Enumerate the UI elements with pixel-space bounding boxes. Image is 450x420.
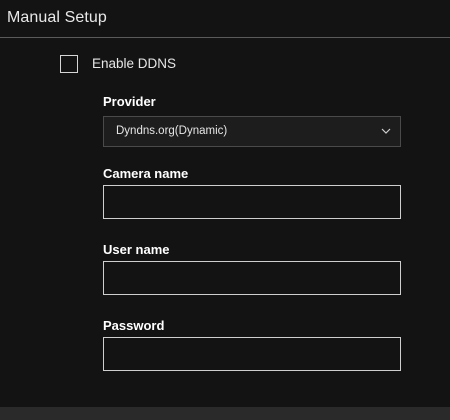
camera-name-input[interactable] — [103, 185, 401, 219]
camera-name-label: Camera name — [103, 166, 189, 181]
section-divider — [0, 37, 450, 38]
provider-select[interactable]: Dyndns.org(Dynamic) — [103, 116, 401, 147]
provider-label: Provider — [103, 94, 156, 109]
password-input[interactable] — [103, 337, 401, 371]
enable-ddns-label[interactable]: Enable DDNS — [92, 56, 176, 71]
password-label: Password — [103, 318, 165, 333]
chevron-down-icon — [381, 128, 391, 134]
provider-selected-value: Dyndns.org(Dynamic) — [116, 125, 228, 137]
user-name-input[interactable] — [103, 261, 401, 295]
section-title: Manual Setup — [7, 9, 107, 26]
ddns-settings-window: Manual Setup Enable DDNS Provider Dyndns… — [0, 0, 450, 420]
enable-ddns-checkbox[interactable] — [60, 55, 78, 73]
manual-setup-panel: Manual Setup Enable DDNS Provider Dyndns… — [0, 0, 450, 407]
user-name-label: User name — [103, 242, 170, 257]
